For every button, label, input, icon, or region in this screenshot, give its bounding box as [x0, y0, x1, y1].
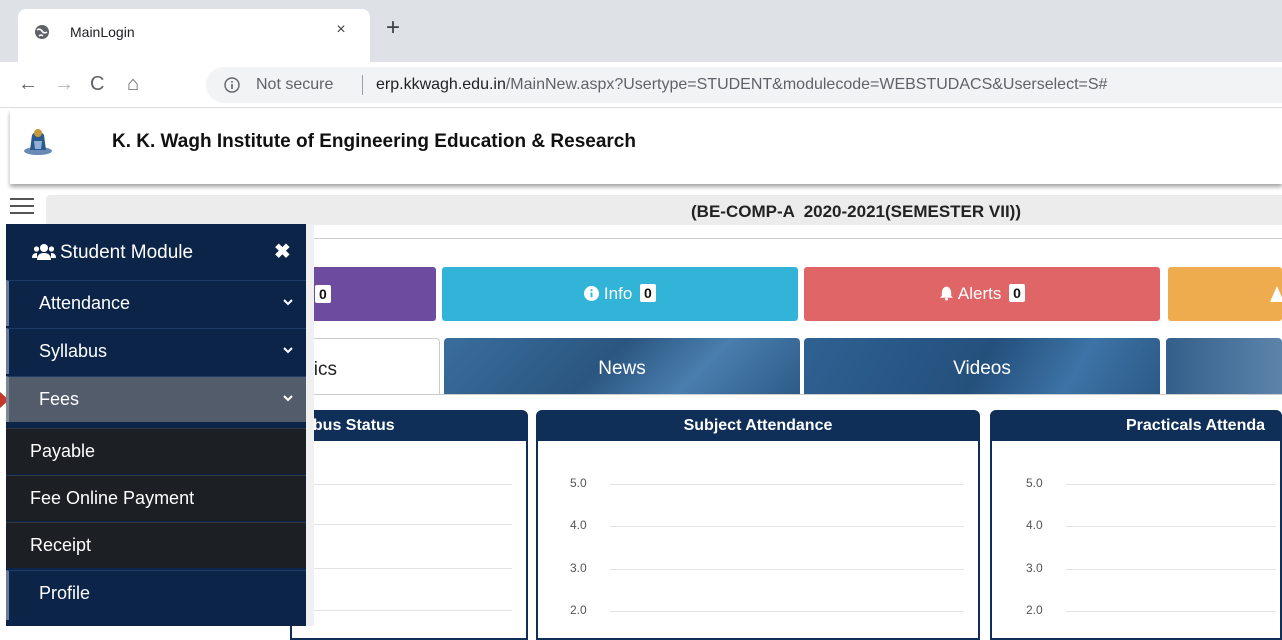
new-tab-button[interactable]: + — [386, 16, 400, 40]
sidebar-close-icon[interactable]: ✖ — [274, 239, 291, 264]
gridline — [610, 484, 964, 485]
institute-logo-icon — [24, 129, 52, 155]
tile-alerts-label: Alerts — [957, 284, 1002, 303]
reload-icon[interactable]: C — [90, 74, 104, 94]
chevron-down-icon — [283, 395, 293, 402]
y-tick-label: 2.0 — [1026, 603, 1043, 617]
divider — [300, 238, 1282, 239]
sidebar-subitem-label: Fee Online Payment — [30, 488, 195, 508]
syllabus-status-panel: abus Status — [290, 410, 528, 640]
sidebar-item-label: Attendance — [39, 293, 131, 313]
y-tick-label: 2.0 — [570, 603, 587, 617]
tile-orange[interactable] — [1168, 267, 1282, 321]
sidebar-subitem-receipt[interactable]: Receipt — [6, 522, 306, 568]
sidebar-subitem-label: Payable — [30, 441, 96, 461]
globe-icon — [35, 25, 49, 39]
forward-arrow-icon[interactable]: → — [54, 74, 74, 94]
tab-news[interactable]: News — [444, 338, 800, 394]
tile-info[interactable]: Info 0 — [442, 267, 798, 321]
syllabus-status-title: abus Status — [292, 412, 526, 441]
sidebar-scrollbar[interactable] — [306, 224, 314, 626]
tab-title: MainLogin — [70, 24, 135, 40]
gridline — [1066, 526, 1276, 527]
info-icon — [584, 286, 600, 301]
hamburger-menu-icon[interactable] — [10, 198, 34, 218]
y-tick-label: 3.0 — [1026, 561, 1043, 575]
tile-info-label: Info — [603, 284, 633, 303]
sidebar-item-profile[interactable]: Profile — [6, 570, 306, 620]
gridline — [302, 568, 512, 569]
tab-close-icon[interactable]: × — [332, 21, 350, 39]
browser-tab[interactable]: MainLogin × — [18, 9, 370, 62]
info-circle-icon[interactable] — [224, 77, 240, 93]
browser-toolbar: ← → C ⌂ Not secure erp.kkwagh.edu.in/Mai… — [0, 62, 1282, 108]
bell-icon — [940, 286, 954, 301]
y-tick-label: 5.0 — [1026, 476, 1043, 490]
site-header: K. K. Wagh Institute of Engineering Educ… — [10, 110, 1282, 184]
tab-news-label: News — [598, 358, 646, 379]
sidebar-item-label: Syllabus — [39, 341, 108, 361]
sidebar-item-label: Fees — [39, 389, 80, 409]
tile-purple-count: 0 — [315, 285, 331, 303]
sidebar-title: Student Module — [60, 242, 194, 263]
subject-attendance-title: Subject Attendance — [538, 412, 978, 441]
gridline — [1066, 611, 1276, 612]
sidebar-subitem-payable[interactable]: Payable — [6, 428, 306, 474]
browser-tabstrip: MainLogin × + — [0, 0, 1282, 62]
chevron-down-icon — [283, 299, 293, 306]
tab-analytics-label: ytics — [299, 359, 337, 380]
gridline — [1066, 569, 1276, 570]
gridline — [1066, 484, 1276, 485]
sidebar-item-fees[interactable]: Fees — [6, 376, 306, 422]
institute-name: K. K. Wagh Institute of Engineering Educ… — [112, 131, 636, 152]
practicals-attendance-title: Practicals Attenda — [992, 412, 1280, 441]
subject-attendance-panel: Subject Attendance 5.0 4.0 3.0 2.0 — [536, 410, 980, 640]
warning-icon — [1270, 286, 1282, 302]
gridline — [610, 569, 964, 570]
tile-info-count: 0 — [640, 284, 656, 302]
sidebar: Student Module ✖ Attendance Syllabus Fee… — [6, 224, 306, 626]
gridline — [302, 524, 512, 525]
gridline — [610, 526, 964, 527]
tile-alerts[interactable]: Alerts 0 — [804, 267, 1160, 321]
home-icon[interactable]: ⌂ — [127, 74, 139, 94]
security-label: Not secure — [256, 76, 334, 93]
sidebar-header: Student Module ✖ — [6, 224, 306, 280]
url-host: erp.kkwagh.edu.in — [376, 76, 506, 93]
back-arrow-icon[interactable]: ← — [18, 74, 38, 94]
y-tick-label: 3.0 — [570, 561, 587, 575]
address-bar[interactable]: Not secure erp.kkwagh.edu.in/MainNew.asp… — [206, 67, 1282, 103]
address-divider — [362, 75, 363, 95]
class-info: (BE-COMP-A 2020-2021(SEMESTER VII)) — [691, 202, 1021, 221]
tab-underline — [290, 394, 1282, 395]
sidebar-item-attendance[interactable]: Attendance — [6, 280, 306, 326]
y-tick-label: 4.0 — [1026, 518, 1043, 532]
url-path: /MainNew.aspx?Usertype=STUDENT&modulecod… — [505, 76, 1108, 93]
sidebar-item-syllabus[interactable]: Syllabus — [6, 328, 306, 374]
users-icon — [32, 244, 56, 260]
chevron-down-icon — [283, 347, 293, 354]
tile-alerts-count: 0 — [1009, 284, 1025, 302]
sidebar-item-label: Profile — [39, 583, 91, 603]
tab-videos[interactable]: Videos — [804, 338, 1160, 394]
sidebar-subitem-label: Receipt — [30, 535, 92, 555]
gridline — [302, 484, 512, 485]
class-info-bar: (BE-COMP-A 2020-2021(SEMESTER VII)) — [46, 195, 1282, 225]
sidebar-subitem-fee-online-payment[interactable]: Fee Online Payment — [6, 475, 306, 521]
gridline — [302, 610, 512, 611]
gridline — [610, 611, 964, 612]
y-tick-label: 5.0 — [570, 476, 587, 490]
tab-more[interactable] — [1166, 338, 1282, 394]
url-text[interactable]: erp.kkwagh.edu.in/MainNew.aspx?Usertype=… — [376, 76, 1107, 94]
y-tick-label: 4.0 — [570, 518, 587, 532]
practicals-attendance-panel: Practicals Attenda 5.0 4.0 3.0 2.0 — [990, 410, 1282, 640]
tab-videos-label: Videos — [953, 358, 1011, 379]
